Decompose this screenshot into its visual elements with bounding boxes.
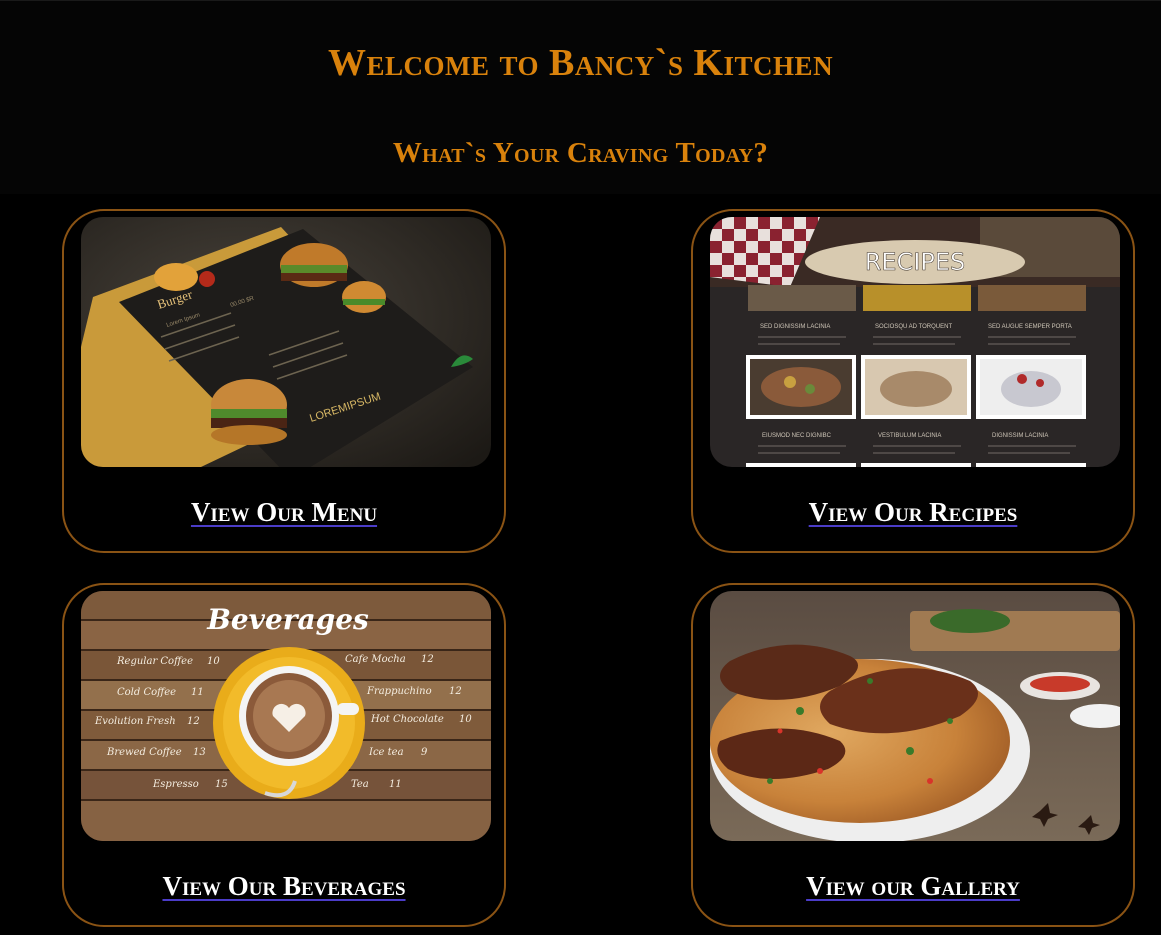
beverage-price: 15 bbox=[215, 779, 228, 790]
recipe-caption: VESTIBULUM LACINIA bbox=[878, 433, 941, 439]
recipes-heading: RECIPES bbox=[865, 248, 966, 276]
beverage-price: 11 bbox=[191, 687, 204, 698]
view-gallery-link-text[interactable]: View our Gallery bbox=[806, 871, 1020, 901]
beverage-item-hot-chocolate: Hot Chocolate bbox=[370, 714, 444, 725]
recipes-card[interactable]: RECIPES SED DIGNISSIM LACINIA SOCIOSQU A… bbox=[691, 209, 1135, 553]
view-gallery-link[interactable]: View our Gallery bbox=[693, 871, 1133, 902]
beverage-price: 12 bbox=[449, 686, 462, 697]
view-menu-link-text[interactable]: View Our Menu bbox=[191, 497, 377, 527]
recipe-caption: SED AUGUE SEMPER PORTA bbox=[988, 324, 1072, 330]
site-header: Welcome to Bancy`s Kitchen What`s Your C… bbox=[0, 0, 1161, 194]
beverage-price: 11 bbox=[389, 779, 402, 790]
menu-card[interactable]: Burger Lorem Ipsum 00.00 $R LOREMIPSUM V… bbox=[62, 209, 506, 553]
beverage-item-evolution-fresh: Evolution Fresh bbox=[94, 716, 176, 727]
site-title: Welcome to Bancy`s Kitchen bbox=[327, 42, 834, 84]
beverage-item-frappuchino: Frappuchino bbox=[366, 686, 432, 697]
beverage-price: 10 bbox=[207, 656, 220, 667]
beverage-item-ice-tea: Ice tea bbox=[368, 747, 404, 758]
beverage-item-espresso: Espresso bbox=[152, 779, 199, 790]
beverage-item-brewed-coffee: Brewed Coffee bbox=[106, 747, 182, 758]
beverage-price: 12 bbox=[187, 716, 200, 727]
beverages-heading: Beverages bbox=[206, 603, 369, 636]
view-beverages-link[interactable]: View Our Beverages bbox=[64, 871, 504, 902]
beverage-item-cold-coffee: Cold Coffee bbox=[117, 687, 176, 698]
beverages-card[interactable]: Beverages Regular Coffee 10 Cold Coffee … bbox=[62, 583, 506, 927]
gallery-photo[interactable] bbox=[710, 591, 1120, 841]
beverage-price: 12 bbox=[421, 654, 434, 665]
page: Welcome to Bancy`s Kitchen What`s Your C… bbox=[0, 0, 1161, 935]
beverages-photo[interactable]: Beverages Regular Coffee 10 Cold Coffee … bbox=[81, 591, 491, 841]
beverage-item-tea: Tea bbox=[351, 779, 369, 790]
recipe-caption: SED DIGNISSIM LACINIA bbox=[760, 324, 830, 330]
recipes-photo[interactable]: RECIPES SED DIGNISSIM LACINIA SOCIOSQU A… bbox=[710, 217, 1120, 467]
recipe-caption: EIUSMOD NEC DIGNIBC bbox=[762, 433, 832, 439]
view-recipes-link-text[interactable]: View Our Recipes bbox=[809, 497, 1018, 527]
beverage-item-regular-coffee: Regular Coffee bbox=[116, 656, 193, 667]
view-menu-link[interactable]: View Our Menu bbox=[64, 497, 504, 528]
view-recipes-link[interactable]: View Our Recipes bbox=[693, 497, 1133, 528]
recipe-caption: DIGNISSIM LACINIA bbox=[992, 433, 1048, 439]
gallery-card[interactable]: View our Gallery bbox=[691, 583, 1135, 927]
recipe-caption: SOCIOSQU AD TORQUENT bbox=[875, 324, 952, 330]
view-beverages-link-text[interactable]: View Our Beverages bbox=[162, 871, 405, 901]
beverage-price: 9 bbox=[421, 747, 428, 758]
menu-photo[interactable]: Burger Lorem Ipsum 00.00 $R LOREMIPSUM bbox=[81, 217, 491, 467]
site-subtitle: What`s Your Craving Today? bbox=[392, 137, 769, 169]
beverage-price: 10 bbox=[459, 714, 472, 725]
beverage-price: 13 bbox=[193, 747, 206, 758]
beverage-item-cafe-mocha: Cafe Mocha bbox=[345, 654, 406, 665]
